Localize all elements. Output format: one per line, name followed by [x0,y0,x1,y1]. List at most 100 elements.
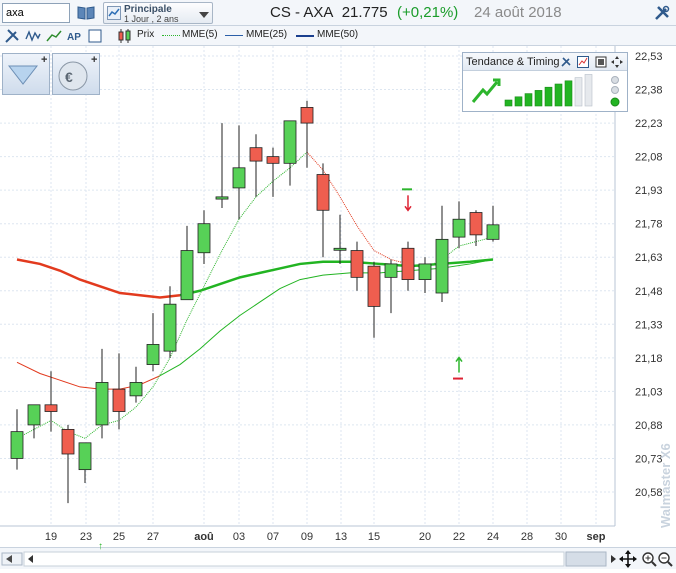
window-icon[interactable] [594,55,608,69]
date-tick-label: 03 [233,531,245,543]
tools-icon[interactable] [652,4,672,22]
price-tick-label: 21,48 [635,286,663,298]
candle-body [435,238,449,294]
walmaster-watermark: Walmaster X6 [658,443,673,528]
candle-body [300,107,314,124]
date-tick-label: 19 [45,531,57,543]
trend-bar [584,74,593,107]
price-tick-label: 22,38 [635,85,663,97]
candlesticks [10,100,500,504]
svg-text:Walmaster X6: Walmaster X6 [658,443,673,528]
crosshair-icon[interactable] [619,550,637,568]
trend-bar [514,96,523,107]
cursor-tool[interactable]: + [2,53,50,95]
tendance-body [471,74,620,107]
candle-body [180,250,194,301]
date-tick-label: 20 [419,531,431,543]
candle-body [215,196,229,200]
timing-light [611,86,619,94]
price-tick-label: 21,78 [635,219,663,231]
candle-body [129,382,143,397]
zoom-in-icon[interactable] [642,552,657,567]
legend-mme25[interactable]: MME(25) [246,29,287,40]
window-icon[interactable] [86,27,104,45]
svg-text:AP: AP [67,32,81,43]
quote-date: 24 août 2018 [474,4,562,21]
date-axis: 19 23 25 27 aoû 03 07 09 13 15 20 22 24 28 30 sep [45,531,606,543]
date-tick-label: 25 [113,531,125,543]
trend-bar [524,93,533,107]
move-icon[interactable] [610,55,624,69]
price-tick-label: 21,33 [635,319,663,331]
date-tick-label: 24 [487,531,499,543]
trend-bar [534,90,543,107]
chart-toolbar: AP Prix MME(5) MME(25) MME(50) [0,26,676,46]
candle-body [283,120,297,164]
trend-bar [574,77,583,107]
scroll-right-icon[interactable] [611,555,616,563]
candle-body [384,263,398,278]
tools-icon[interactable] [2,27,22,45]
svg-text:€: € [65,69,73,85]
currency-tool-icon: €+ [58,54,97,91]
line-icon[interactable] [44,27,64,45]
price-tick-label: 22,53 [635,51,663,63]
legend-price[interactable]: Prix [137,29,154,40]
ap-icon[interactable]: AP [65,27,85,45]
cursor-tool-icon: + [7,54,47,85]
instrument-title: CS - AXA 21.775 [270,4,388,21]
candle-body [232,167,246,189]
legend-mme5[interactable]: MME(5) [182,29,218,40]
date-tick-label: aoû [194,531,214,543]
date-tick-label: 23 [80,531,92,543]
candle-body [146,344,160,365]
candle-body [61,428,75,455]
candle-body [367,265,381,307]
date-tick-label: 30 [555,531,567,543]
price-tick-label: 22,23 [635,118,663,130]
trend-bar [564,80,573,107]
svg-text:+: + [91,54,97,66]
trend-bar [504,99,513,107]
date-tick-label: 28 [521,531,533,543]
signals [402,188,463,380]
last-price: 21.775 [341,4,388,21]
tendance-header: Tendance & Timing [463,53,627,71]
candle-body [27,404,41,426]
search-input[interactable] [2,3,70,23]
period-selector[interactable]: Principale 1 Jour , 2 ans [103,2,213,24]
wave-icon[interactable] [23,27,43,45]
date-tick-label: 13 [335,531,347,543]
dropdown-icon[interactable] [199,11,209,19]
timing-light [611,76,619,84]
price-tick-label: 22,08 [635,152,663,164]
price-change: (+0,21%) [397,4,459,21]
mme25-line-red [16,258,181,299]
date-tick-label: sep [587,531,606,543]
candle-body [95,382,109,426]
timing-light [610,97,620,107]
top-toolbar: Principale 1 Jour , 2 ans CS - AXA 21.77… [0,0,676,26]
settings-icon[interactable] [559,55,573,69]
candle-body [112,388,126,412]
candle-body [197,223,211,254]
chart-icon[interactable] [576,55,590,69]
scroll-track[interactable] [23,551,565,567]
legend-mme5-line [162,35,180,36]
zoom-out-icon[interactable] [658,552,673,567]
candle-body [401,247,415,280]
arrow-up-icon: ↑ [98,541,103,552]
price-chart[interactable]: 22,53 22,38 22,23 22,08 21,93 21,78 21,63 21,48… [0,46,676,547]
legend-mme50[interactable]: MME(50) [317,29,358,40]
candlestick-icon[interactable] [116,27,134,45]
scroll-thumb[interactable] [565,551,607,567]
candle-body [266,156,280,164]
mme5-line-green [16,151,308,439]
candle-body [316,174,330,211]
currency-tool[interactable]: € + [52,53,100,95]
book-icon[interactable] [74,3,98,23]
date-tick-label: 07 [267,531,279,543]
tendance-widget[interactable]: Tendance & Timing [462,52,628,112]
candle-body [78,442,92,471]
date-tick-label: 15 [368,531,380,543]
